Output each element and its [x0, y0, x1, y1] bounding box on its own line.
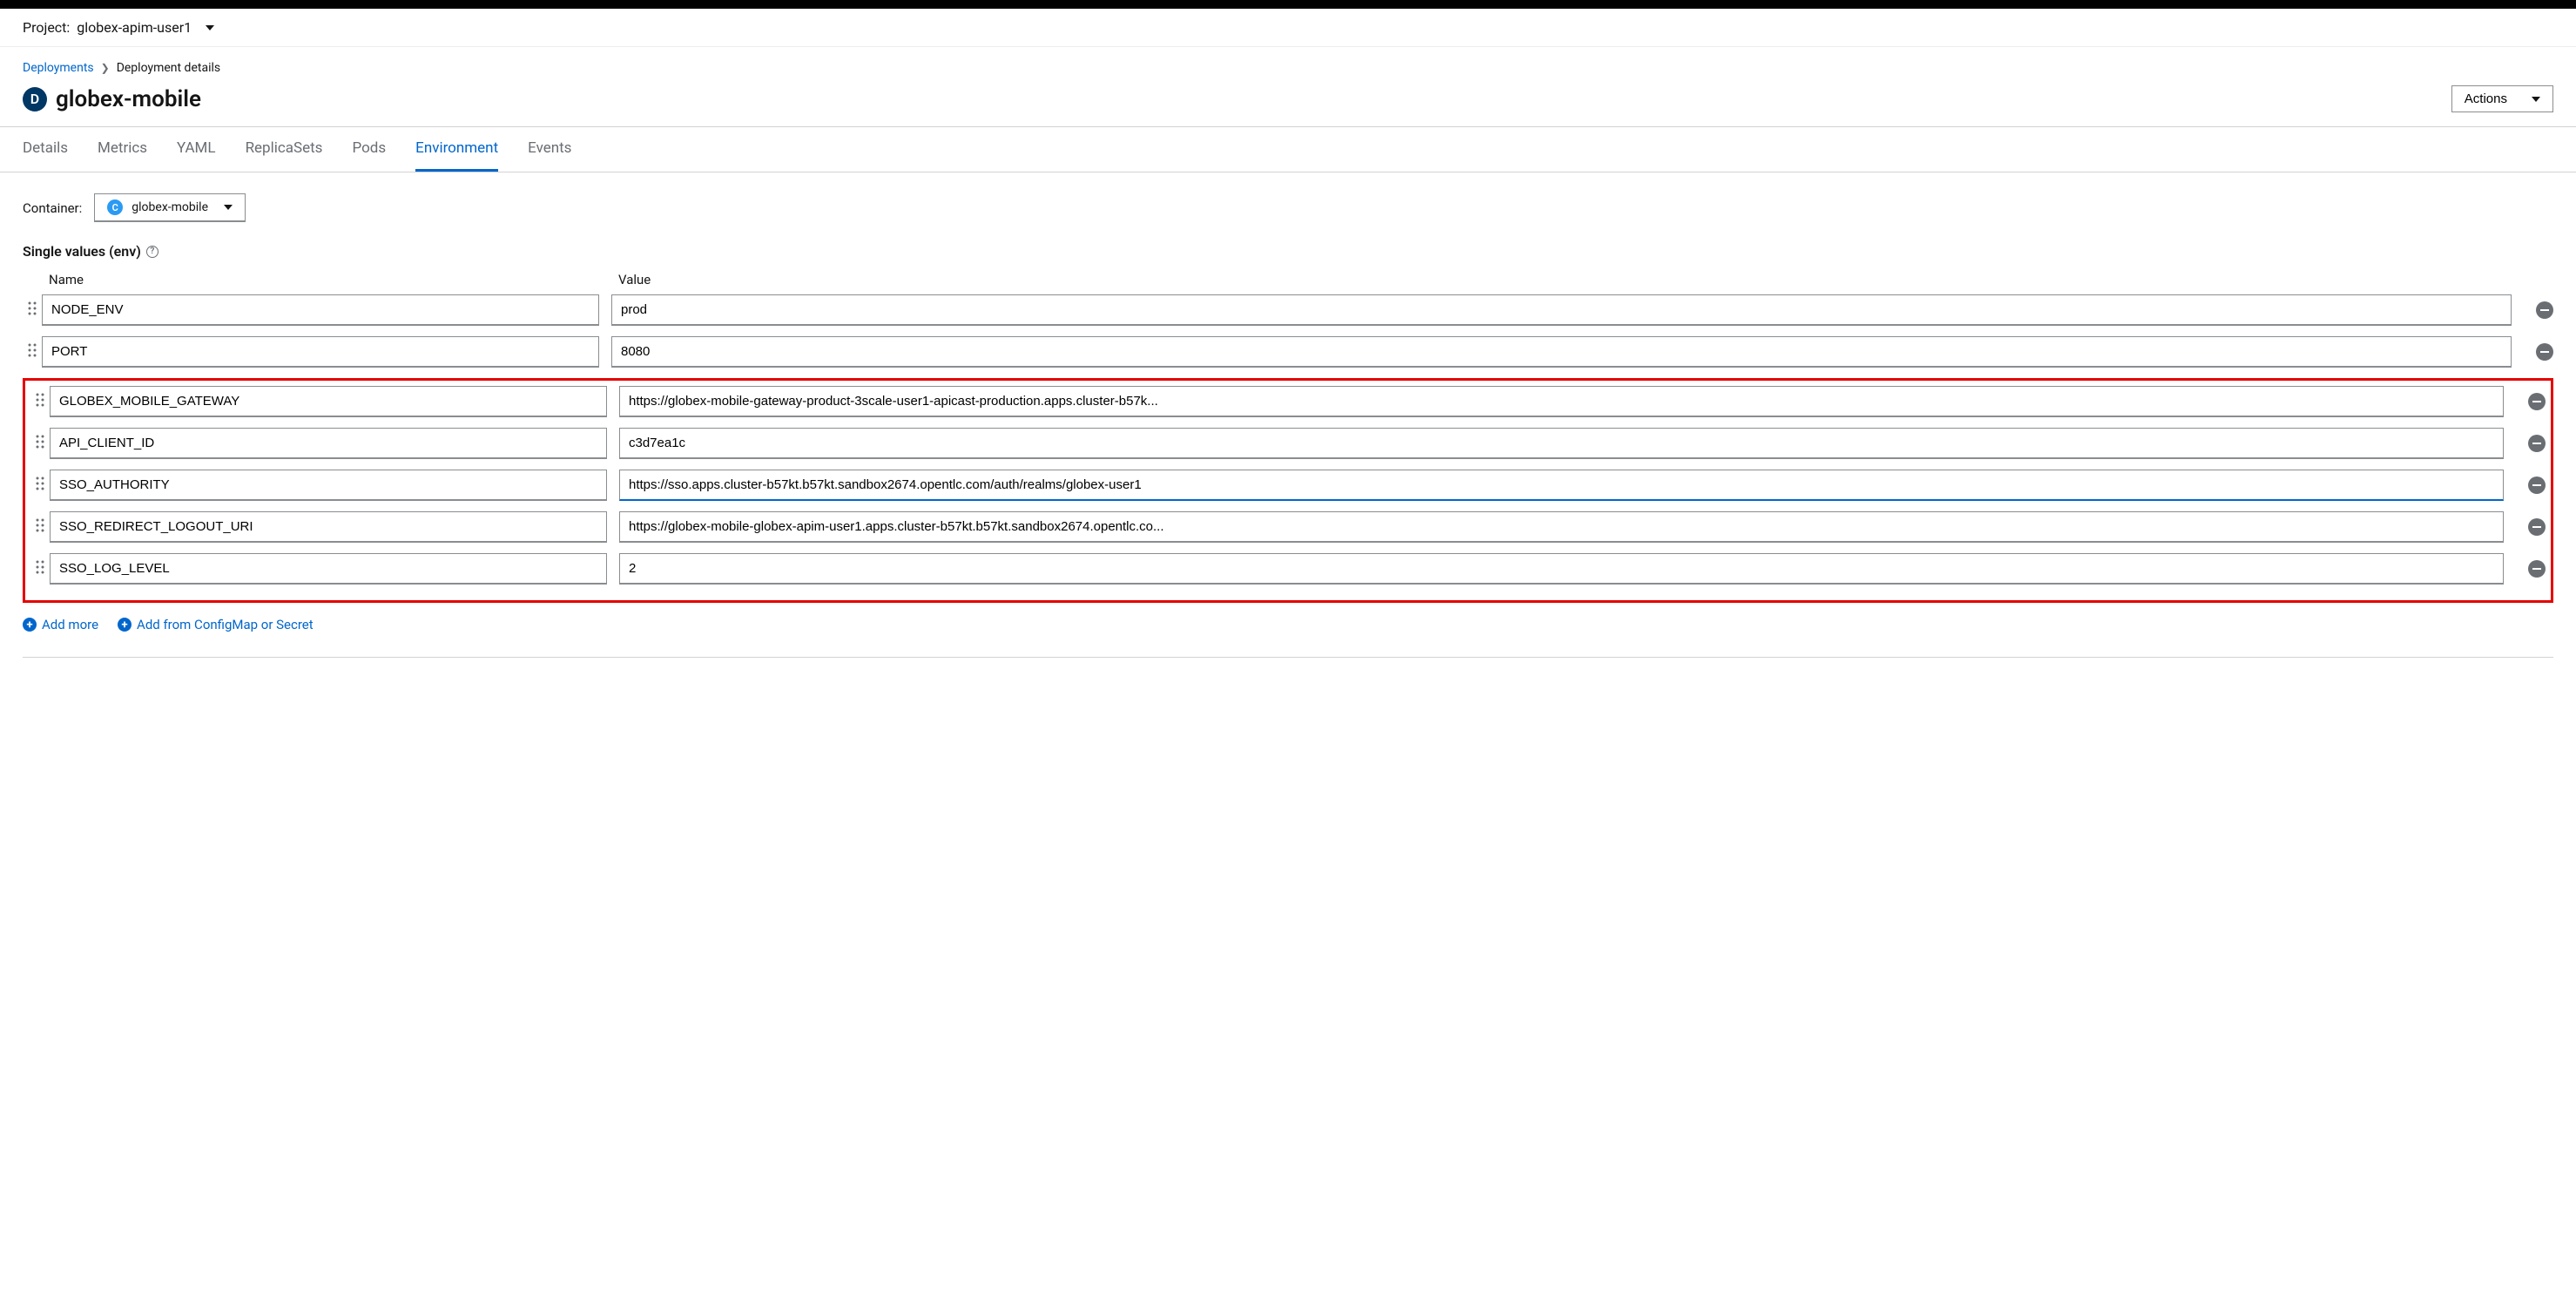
env-name-input[interactable]	[42, 336, 599, 368]
title-left: D globex-mobile	[23, 86, 201, 112]
project-label: Project:	[23, 19, 70, 36]
env-table: Name Value	[23, 272, 2553, 603]
tab-replicasets[interactable]: ReplicaSets	[246, 127, 323, 172]
remove-button[interactable]	[2536, 301, 2553, 319]
section-title: Single values (env) ?	[23, 243, 2553, 260]
tab-pods[interactable]: Pods	[352, 127, 386, 172]
caret-down-icon	[2532, 97, 2540, 102]
env-row	[30, 470, 2546, 501]
env-value-input[interactable]	[619, 386, 2504, 417]
env-value-input[interactable]	[619, 470, 2504, 501]
breadcrumb-separator-icon: ❯	[101, 62, 110, 74]
add-links: + Add more + Add from ConfigMap or Secre…	[23, 617, 2553, 632]
env-row	[30, 511, 2546, 543]
env-value-input[interactable]	[611, 294, 2512, 326]
tab-metrics[interactable]: Metrics	[98, 127, 147, 172]
add-more-label: Add more	[42, 617, 98, 632]
env-row	[23, 336, 2553, 368]
env-value-input[interactable]	[619, 553, 2504, 585]
actions-label: Actions	[2465, 91, 2507, 106]
env-value-input[interactable]	[619, 511, 2504, 543]
drag-handle-icon[interactable]	[23, 301, 42, 319]
plus-circle-icon: +	[23, 618, 37, 632]
breadcrumbs: Deployments ❯ Deployment details	[0, 47, 2576, 82]
drag-handle-icon[interactable]	[30, 560, 50, 578]
container-badge-icon: C	[107, 199, 123, 215]
remove-button[interactable]	[2528, 518, 2546, 536]
drag-handle-icon[interactable]	[30, 435, 50, 452]
tab-yaml[interactable]: YAML	[177, 127, 216, 172]
section-title-text: Single values (env)	[23, 243, 141, 260]
breadcrumb-current: Deployment details	[117, 61, 220, 75]
page-title: globex-mobile	[56, 86, 201, 112]
project-selector[interactable]: Project: globex-apim-user1	[23, 19, 214, 36]
env-value-input[interactable]	[611, 336, 2512, 368]
drag-handle-icon[interactable]	[30, 477, 50, 494]
remove-button[interactable]	[2528, 393, 2546, 410]
caret-down-icon	[206, 25, 214, 30]
remove-button[interactable]	[2536, 343, 2553, 361]
project-name: globex-apim-user1	[77, 19, 192, 36]
container-name: globex-mobile	[131, 200, 208, 214]
help-icon[interactable]: ?	[146, 246, 158, 258]
title-row: D globex-mobile Actions	[0, 82, 2576, 126]
add-from-configmap-button[interactable]: + Add from ConfigMap or Secret	[118, 617, 314, 632]
add-from-configmap-label: Add from ConfigMap or Secret	[137, 617, 314, 632]
column-value: Value	[618, 272, 2553, 287]
env-name-input[interactable]	[50, 511, 607, 543]
add-more-button[interactable]: + Add more	[23, 617, 98, 632]
breadcrumb-root[interactable]: Deployments	[23, 61, 94, 75]
divider	[23, 657, 2553, 658]
env-row	[30, 553, 2546, 585]
env-name-input[interactable]	[50, 386, 607, 417]
env-row	[23, 294, 2553, 326]
tab-events[interactable]: Events	[528, 127, 571, 172]
plus-circle-icon: +	[118, 618, 131, 632]
env-name-input[interactable]	[50, 470, 607, 501]
column-name: Name	[49, 272, 606, 287]
drag-handle-icon[interactable]	[23, 343, 42, 361]
container-selector[interactable]: C globex-mobile	[94, 193, 246, 222]
remove-button[interactable]	[2528, 560, 2546, 578]
env-value-input[interactable]	[619, 428, 2504, 459]
env-row	[30, 428, 2546, 459]
top-bar	[0, 0, 2576, 9]
env-name-input[interactable]	[50, 428, 607, 459]
drag-handle-icon[interactable]	[30, 518, 50, 536]
env-name-input[interactable]	[42, 294, 599, 326]
tab-details[interactable]: Details	[23, 127, 68, 172]
deployment-badge-icon: D	[23, 87, 47, 112]
container-label: Container:	[23, 200, 82, 216]
env-name-input[interactable]	[50, 553, 607, 585]
drag-handle-icon[interactable]	[30, 393, 50, 410]
content: Container: C globex-mobile Single values…	[0, 172, 2576, 679]
caret-down-icon	[224, 205, 233, 210]
container-row: Container: C globex-mobile	[23, 193, 2553, 222]
tabs: Details Metrics YAML ReplicaSets Pods Environ…	[0, 126, 2576, 172]
actions-button[interactable]: Actions	[2451, 85, 2553, 112]
tab-environment[interactable]: Environment	[415, 127, 498, 172]
remove-button[interactable]	[2528, 435, 2546, 452]
remove-button[interactable]	[2528, 477, 2546, 494]
highlight-box	[23, 378, 2553, 603]
project-bar: Project: globex-apim-user1	[0, 9, 2576, 47]
env-header: Name Value	[23, 272, 2553, 287]
env-row	[30, 386, 2546, 417]
